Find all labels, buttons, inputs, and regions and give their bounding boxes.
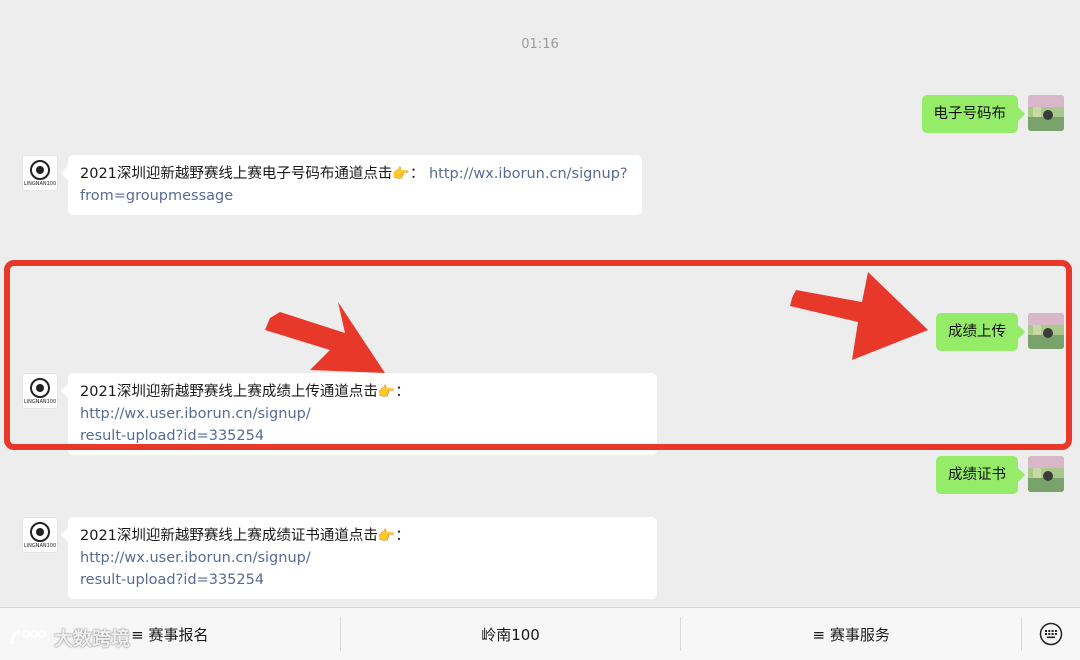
arrow-to-bubble <box>790 272 928 360</box>
keyboard-icon <box>1039 622 1063 646</box>
watermark: 大数跨境 <box>8 624 130 651</box>
menu-item-lingnan100[interactable]: 岭南100 <box>341 608 681 660</box>
annotation-arrows <box>265 272 928 373</box>
official-account-menu: ≡ 赛事报名 岭南100 ≡ 赛事服务 <box>0 607 1080 660</box>
arrow-to-link <box>265 302 385 373</box>
watermark-logo-icon <box>10 629 46 644</box>
watermark-text: 大数跨境 <box>54 628 131 650</box>
menu-item-services[interactable]: ≡ 赛事服务 <box>681 608 1021 660</box>
keyboard-toggle-button[interactable] <box>1022 608 1080 660</box>
